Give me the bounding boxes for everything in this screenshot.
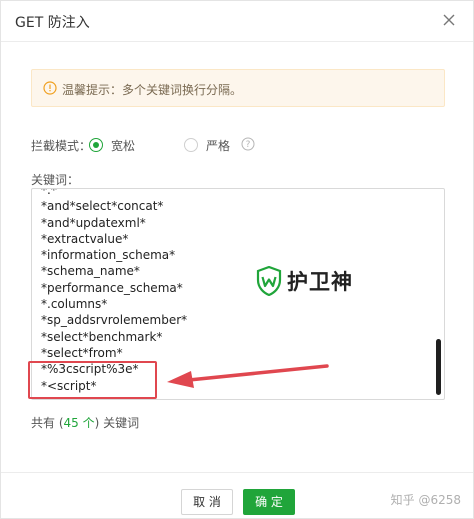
red-arrow-icon [167, 364, 329, 388]
info-icon [43, 81, 57, 95]
radio-strict-circle[interactable] [184, 138, 198, 152]
keyword-item: *and*updatexml* [41, 215, 146, 230]
tip-banner: 温馨提示：多个关键词换行分隔。 [31, 69, 445, 107]
tip-text: 温馨提示：多个关键词换行分隔。 [62, 83, 243, 97]
highlight-box [28, 361, 157, 399]
count-prefix: 共有 ( [31, 416, 64, 430]
radio-loose[interactable]: 宽松 [89, 137, 135, 153]
cancel-button[interactable]: 取 消 [181, 489, 233, 515]
keyword-item: *sp_addsrvrolemember* [41, 313, 188, 328]
dialog-footer: 取 消 确 定 知乎 @6258 [1, 472, 473, 518]
confirm-button[interactable]: 确 定 [243, 489, 295, 515]
count-value: 45 [63, 416, 79, 430]
dialog-header: GET 防注入 [1, 1, 473, 42]
close-icon[interactable] [439, 10, 459, 30]
radio-strict-label: 严格 [206, 138, 231, 153]
dialog-title: GET 防注入 [15, 15, 90, 31]
anti-injection-dialog: GET 防注入 温馨提示：多个关键词换行分隔。 拦截模式： 宽松 严格 ? 关键… [0, 0, 474, 519]
keyword-item: *information_schema* [41, 248, 176, 263]
keyword-item: *performance_schema* [41, 280, 183, 295]
keyword-item: *.* [41, 188, 57, 197]
help-icon[interactable]: ? [241, 137, 255, 151]
count-unit: 个 [78, 416, 95, 430]
watermark: 护卫神 [256, 266, 353, 296]
shield-logo-icon [256, 266, 282, 296]
keyword-item: *select*benchmark* [41, 329, 163, 344]
keyword-count: 共有 (45 个) 关键词 [31, 414, 139, 431]
radio-loose-label: 宽松 [111, 138, 136, 153]
keyword-item: *schema_name* [41, 264, 140, 279]
keywords-label: 关键词： [31, 173, 80, 187]
watermark-text: 护卫神 [287, 270, 353, 294]
zhihu-credit: 知乎 @6258 [390, 493, 461, 507]
keyword-item: *and*select*concat* [41, 199, 164, 214]
keyword-item: *.columns* [41, 297, 108, 312]
count-suffix: ) 关键词 [94, 416, 140, 430]
keyword-item: *extractvalue* [41, 231, 129, 246]
mode-label: 拦截模式： [31, 139, 92, 153]
keyword-item: *select*from* [41, 345, 123, 360]
textarea-scrollbar[interactable] [436, 339, 441, 395]
radio-strict[interactable]: 严格 [184, 137, 230, 153]
svg-text:?: ? [246, 140, 251, 150]
radio-loose-circle[interactable] [89, 138, 103, 152]
